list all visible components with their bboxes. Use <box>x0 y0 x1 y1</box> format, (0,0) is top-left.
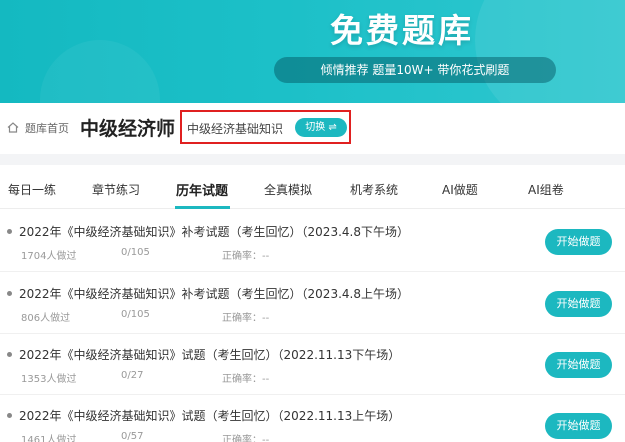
exam-title[interactable]: 2022年《中级经济基础知识》补考试题（考生回忆）（2023.4.8下午场） <box>19 223 409 240</box>
progress: 0/105 <box>121 247 150 258</box>
progress: 0/27 <box>121 370 144 381</box>
accuracy: 正确率：-- <box>222 435 270 442</box>
list-item: 2022年《中级经济基础知识》补考试题（考生回忆）（2023.4.8下午场） 1… <box>0 210 625 272</box>
exam-title[interactable]: 2022年《中级经济基础知识》试题（考生回忆）（2022.11.13上午场） <box>19 407 400 424</box>
tab-ai-practice[interactable]: AI做题 <box>442 181 478 198</box>
done-count: 806人做过 <box>21 313 71 324</box>
page-title: 中级经济师 <box>80 118 176 140</box>
switch-subject-button[interactable]: 切换 ⇌ <box>295 118 347 137</box>
banner-decoration <box>40 40 160 103</box>
done-count: 1461人做过 <box>21 435 77 442</box>
active-tab-indicator <box>175 206 230 209</box>
done-count: 1704人做过 <box>21 251 77 262</box>
list-item: 2022年《中级经济基础知识》补考试题（考生回忆）（2023.4.8上午场） 8… <box>0 272 625 334</box>
tab-past-exams[interactable]: 历年试题 <box>176 180 228 199</box>
breadcrumb-home[interactable]: 题库首页 <box>25 120 69 136</box>
home-icon[interactable] <box>7 122 19 133</box>
done-count: 1353人做过 <box>21 374 77 385</box>
accuracy: 正确率：-- <box>222 251 270 262</box>
list-item: 2022年《中级经济基础知识》试题（考生回忆）（2022.11.13下午场） 1… <box>0 333 625 395</box>
list-item: 2022年《中级经济基础知识》试题（考生回忆）（2022.11.13上午场） 1… <box>0 394 625 442</box>
progress: 0/105 <box>121 309 150 320</box>
divider <box>0 154 625 165</box>
exam-title[interactable]: 2022年《中级经济基础知识》试题（考生回忆）（2022.11.13下午场） <box>19 346 400 363</box>
start-practice-button[interactable]: 开始做题 <box>545 352 612 378</box>
tab-chapter-practice[interactable]: 章节练习 <box>92 181 140 198</box>
tab-computer-exam[interactable]: 机考系统 <box>350 181 398 198</box>
subject-selector: 中级经济基础知识 切换 ⇌ <box>180 110 351 144</box>
progress: 0/57 <box>121 431 144 442</box>
banner: 免费题库 倾情推荐 题量10W+ 带你花式刷题 <box>0 0 625 103</box>
start-practice-button[interactable]: 开始做题 <box>545 413 612 439</box>
banner-title: 免费题库 <box>330 11 474 50</box>
tab-ai-paper[interactable]: AI组卷 <box>528 181 564 198</box>
bullet-icon <box>7 291 12 296</box>
tab-bar: 每日一练 章节练习 历年试题 全真模拟 机考系统 AI做题 AI组卷 <box>0 165 625 209</box>
bullet-icon <box>7 413 12 418</box>
banner-slogan: 倾情推荐 题量10W+ 带你花式刷题 <box>274 57 556 83</box>
bullet-icon <box>7 352 12 357</box>
banner-decoration <box>475 0 625 103</box>
tab-daily-practice[interactable]: 每日一练 <box>8 181 56 198</box>
accuracy: 正确率：-- <box>222 374 270 385</box>
tab-mock-exam[interactable]: 全真模拟 <box>264 181 312 198</box>
subject-name: 中级经济基础知识 <box>187 122 284 136</box>
bullet-icon <box>7 229 12 234</box>
start-practice-button[interactable]: 开始做题 <box>545 229 612 255</box>
start-practice-button[interactable]: 开始做题 <box>545 291 612 317</box>
accuracy: 正确率：-- <box>222 313 270 324</box>
exam-title[interactable]: 2022年《中级经济基础知识》补考试题（考生回忆）（2023.4.8上午场） <box>19 285 409 302</box>
